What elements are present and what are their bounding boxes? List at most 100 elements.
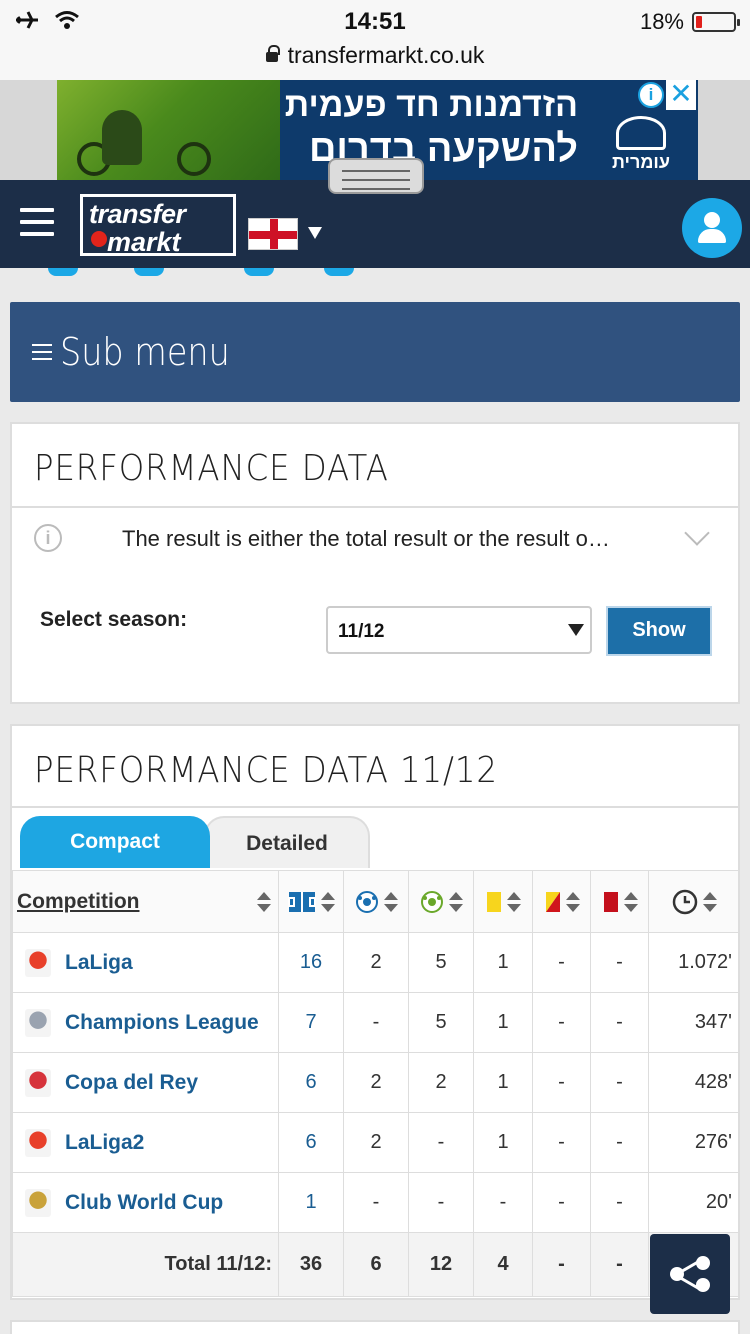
- table-row: Copa del Rey 6 2 2 1- -428': [12, 1052, 739, 1113]
- competition-cell: Copa del Rey: [12, 1052, 279, 1113]
- sort-icon[interactable]: [623, 891, 638, 913]
- sort-icon[interactable]: [383, 891, 398, 913]
- column-yellow-cards[interactable]: [473, 870, 533, 933]
- logo-figure-icon: [91, 231, 107, 247]
- total-label: Total 11/12:: [12, 1232, 279, 1297]
- column-competition[interactable]: Competition: [12, 870, 279, 933]
- user-icon: [704, 212, 720, 228]
- apps-link[interactable]: 7: [305, 1011, 316, 1033]
- chevron-down-icon[interactable]: [684, 520, 710, 546]
- battery-fill: [696, 16, 703, 28]
- season-select[interactable]: 11/12: [326, 606, 592, 654]
- tab-detailed[interactable]: Detailed: [204, 816, 370, 868]
- divider: [12, 806, 738, 808]
- apps-link[interactable]: 1: [305, 1191, 316, 1213]
- competition-link[interactable]: Copa del Rey: [65, 1071, 198, 1094]
- sort-icon[interactable]: [320, 891, 335, 913]
- column-competition-label[interactable]: Competition: [17, 890, 139, 913]
- transfermarkt-logo[interactable]: transfer markt: [80, 194, 236, 257]
- sort-icon[interactable]: [506, 891, 521, 913]
- total-apps: 36: [278, 1232, 344, 1297]
- sort-icon[interactable]: [702, 891, 717, 913]
- house-icon: [616, 116, 666, 150]
- club-world-cup-logo: [25, 1188, 51, 1217]
- copa-del-rey-logo: [25, 1068, 51, 1097]
- info-text: The result is either the total result or…: [122, 526, 610, 551]
- competition-cell: Club World Cup: [12, 1172, 279, 1233]
- assists-cell: 5: [408, 992, 474, 1053]
- goals-ball-icon: [356, 890, 378, 913]
- url-bar[interactable]: transfermarkt.co.uk: [0, 42, 750, 80]
- apps-cell[interactable]: 6: [278, 1112, 344, 1173]
- ad-info-icon[interactable]: i: [638, 82, 664, 108]
- apps-link[interactable]: 6: [305, 1131, 316, 1153]
- apps-link[interactable]: 6: [305, 1071, 316, 1093]
- minutes-cell: 20': [648, 1172, 739, 1233]
- second-yellow-card-icon: [545, 891, 560, 912]
- total-assists: 12: [408, 1232, 474, 1297]
- england-flag-icon[interactable]: [248, 218, 298, 250]
- goals-cell: 2: [343, 1112, 409, 1173]
- second-yellow-cell: -: [532, 992, 591, 1053]
- competition-link[interactable]: Club World Cup: [65, 1191, 223, 1214]
- column-goals[interactable]: [343, 870, 409, 933]
- season-label: Select season:: [40, 608, 188, 631]
- sub-menu-label: Sub menu: [60, 330, 230, 374]
- minutes-cell: 428': [648, 1052, 739, 1113]
- minutes-cell: 276': [648, 1112, 739, 1173]
- performance-title: PERFORMANCE DATA: [34, 448, 389, 489]
- apps-cell[interactable]: 6: [278, 1052, 344, 1113]
- total-goals: 6: [343, 1232, 409, 1297]
- yellow-cell: 1: [473, 932, 533, 993]
- tab-compact[interactable]: Compact: [20, 816, 210, 868]
- competition-link[interactable]: LaLiga: [65, 951, 133, 974]
- share-button[interactable]: [650, 1234, 730, 1314]
- table-row: Champions League 7-5 1- -347': [12, 992, 739, 1053]
- ad-close-icon[interactable]: ✕: [666, 80, 696, 110]
- second-yellow-cell: -: [532, 932, 591, 993]
- chevron-down-icon[interactable]: [308, 227, 322, 239]
- url-text[interactable]: transfermarkt.co.uk: [288, 42, 485, 68]
- divider: [12, 506, 738, 508]
- performance-table: Competition LaLiga 16 2 5 1 - - 1.072' C…: [12, 870, 739, 1297]
- sort-icon[interactable]: [256, 891, 271, 913]
- performance-data-box: PERFORMANCE DATA i The result is either …: [10, 422, 740, 704]
- table-row: LaLiga 16 2 5 1- -1.072': [12, 932, 739, 993]
- apps-cell[interactable]: 7: [278, 992, 344, 1053]
- assists-cell: 5: [408, 932, 474, 993]
- menu-icon[interactable]: [20, 208, 54, 236]
- logo-text-transfer: transfer: [89, 199, 186, 229]
- assists-cell: 2: [408, 1052, 474, 1113]
- yellow-card-icon: [487, 891, 501, 912]
- apps-cell[interactable]: 16: [278, 932, 344, 993]
- user-account-button[interactable]: [682, 198, 742, 258]
- sort-icon[interactable]: [565, 891, 580, 913]
- sort-icon[interactable]: [448, 891, 463, 913]
- column-appearances[interactable]: [278, 870, 344, 933]
- competition-cell: Champions League: [12, 992, 279, 1053]
- total-second-yellow: -: [532, 1232, 591, 1297]
- cyclist-figure: [102, 110, 142, 165]
- minutes-cell: 1.072': [648, 932, 739, 993]
- next-section-box: [10, 1320, 740, 1334]
- share-icon: [696, 1256, 710, 1270]
- column-minutes[interactable]: [648, 870, 739, 933]
- column-assists[interactable]: [408, 870, 474, 933]
- sub-menu-button[interactable]: Sub menu: [10, 302, 740, 402]
- competition-cell: LaLiga: [12, 932, 279, 993]
- competition-link[interactable]: Champions League: [65, 1011, 259, 1034]
- bicycle-wheel: [177, 142, 211, 176]
- apps-link[interactable]: 16: [300, 951, 322, 973]
- ad-collapse-handle[interactable]: [328, 158, 424, 194]
- apps-cell[interactable]: 1: [278, 1172, 344, 1233]
- list-icon: [32, 344, 52, 365]
- total-row: Total 11/12: 36 6 12 4 - -: [12, 1232, 739, 1297]
- yellow-cell: -: [473, 1172, 533, 1233]
- ad-brand-logo: עומרית: [594, 116, 688, 176]
- competition-link[interactable]: LaLiga2: [65, 1131, 144, 1154]
- table-row: LaLiga2 6 2-1- -276': [12, 1112, 739, 1173]
- show-button[interactable]: Show: [606, 606, 712, 656]
- column-second-yellow[interactable]: [532, 870, 591, 933]
- column-red-cards[interactable]: [590, 870, 649, 933]
- assists-ball-icon: [421, 890, 443, 913]
